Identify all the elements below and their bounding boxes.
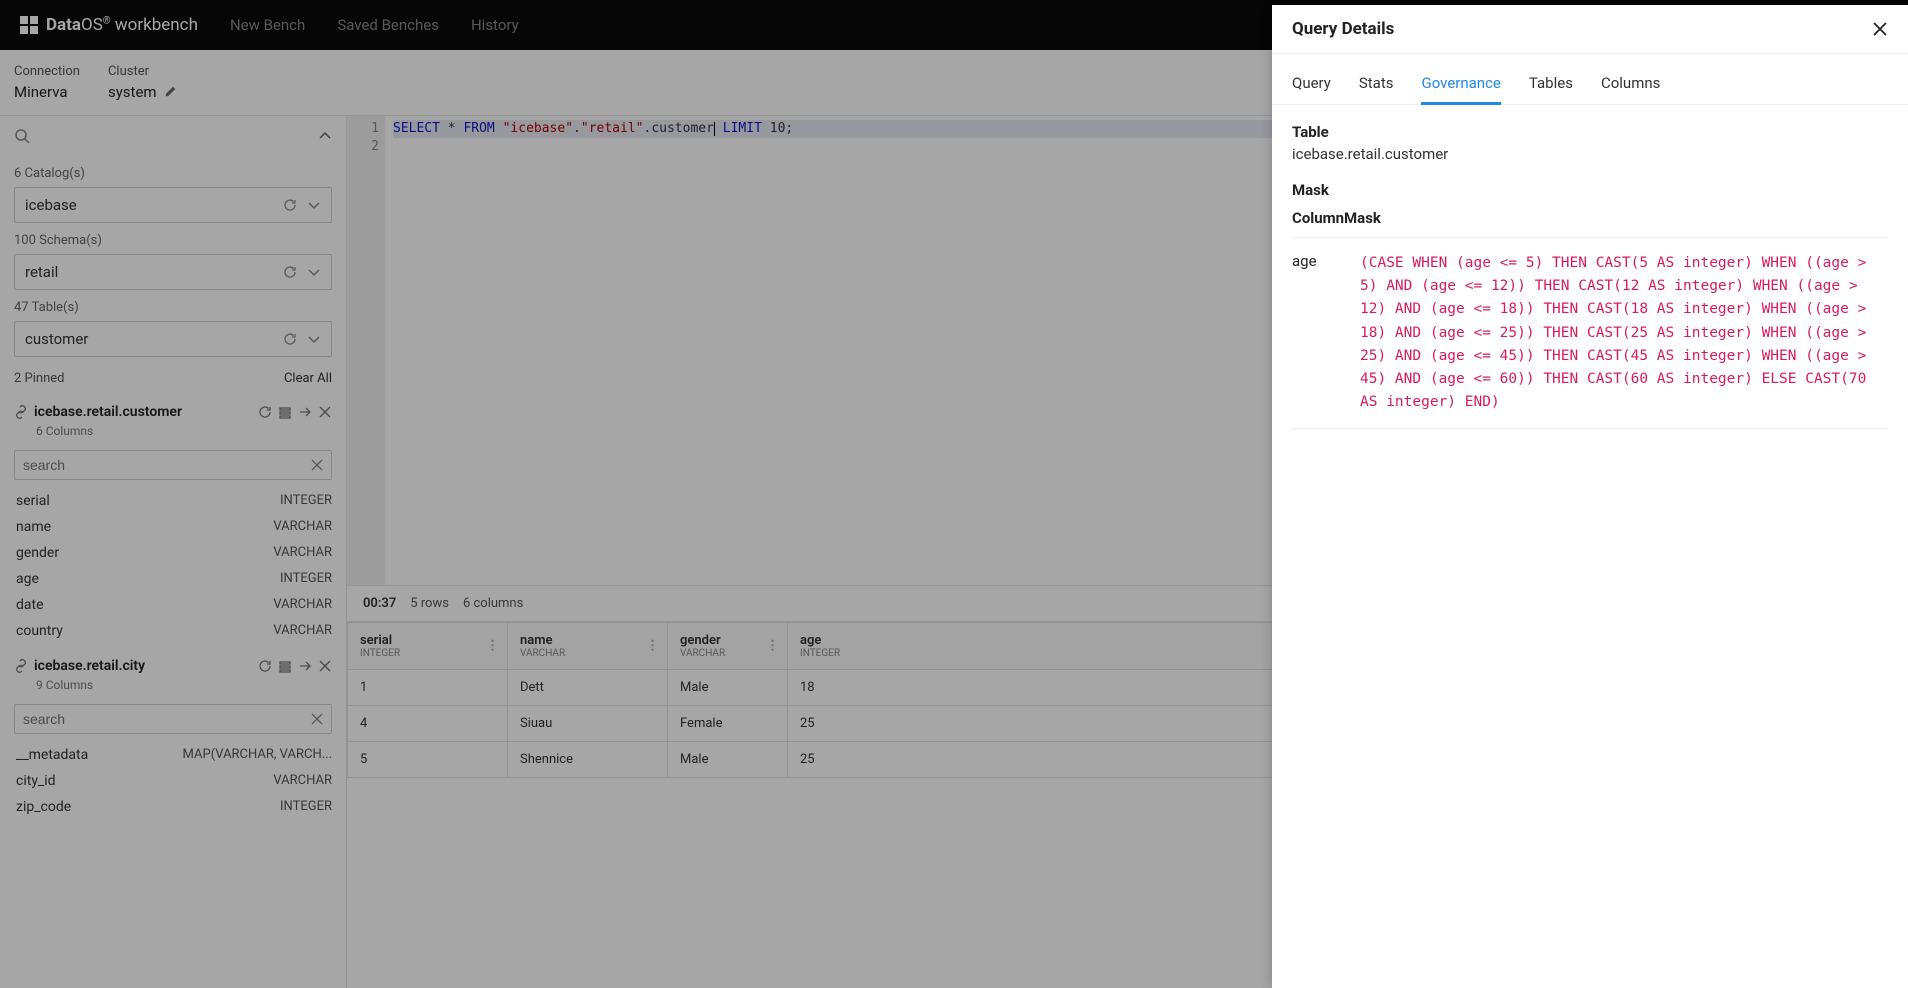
chevron-down-icon[interactable] — [307, 265, 321, 279]
tab-stats[interactable]: Stats — [1359, 74, 1394, 104]
mask-column-name: age — [1292, 252, 1340, 414]
close-icon[interactable] — [318, 659, 332, 673]
close-icon[interactable] — [318, 405, 332, 419]
table-field-label: Table — [1292, 123, 1888, 141]
search-input[interactable] — [23, 711, 311, 727]
refresh-icon[interactable] — [283, 198, 297, 212]
nav-new-bench[interactable]: New Bench — [230, 16, 305, 34]
refresh-icon[interactable] — [283, 265, 297, 279]
arrow-right-icon[interactable] — [298, 659, 312, 673]
panel-title: Query Details — [1292, 19, 1394, 39]
column-row[interactable]: dateVARCHAR — [14, 592, 332, 618]
refresh-icon[interactable] — [258, 659, 272, 673]
clear-icon[interactable] — [311, 459, 323, 471]
query-details-panel: Query Details Query Stats Governance Tab… — [1272, 5, 1908, 988]
schema-select[interactable]: retail — [14, 254, 332, 290]
tab-columns[interactable]: Columns — [1601, 74, 1660, 104]
clear-all-button[interactable]: Clear All — [284, 371, 332, 386]
connection-value[interactable]: Minerva — [14, 83, 80, 101]
connection-group: Connection Minerva — [14, 64, 80, 101]
refresh-icon[interactable] — [258, 405, 272, 419]
link-icon — [14, 405, 28, 419]
chevron-down-icon[interactable] — [307, 198, 321, 212]
gutter: 12 — [347, 116, 385, 585]
mask-table: age (CASE WHEN (age <= 5) THEN CAST(5 AS… — [1292, 237, 1888, 429]
mask-expression: (CASE WHEN (age <= 5) THEN CAST(5 AS int… — [1360, 252, 1888, 414]
nav-history[interactable]: History — [471, 16, 519, 34]
pinned-sub: 9 Columns — [36, 678, 332, 692]
columnmask-heading: ColumnMask — [1292, 209, 1888, 227]
cluster-label: Cluster — [108, 64, 177, 79]
column-row[interactable]: countryVARCHAR — [14, 618, 332, 644]
arrow-right-icon[interactable] — [298, 405, 312, 419]
panel-tabs: Query Stats Governance Tables Columns — [1272, 54, 1908, 105]
connection-label: Connection — [14, 64, 80, 79]
clear-icon[interactable] — [311, 713, 323, 725]
catalog-label: 6 Catalog(s) — [14, 166, 332, 181]
col-header[interactable]: nameVARCHAR⋮ — [508, 623, 668, 670]
column-row[interactable]: __metadataMAP(VARCHAR, VARCH... — [14, 742, 332, 768]
schema-label: 100 Schema(s) — [14, 233, 332, 248]
col-count: 6 columns — [463, 596, 523, 611]
column-search[interactable] — [14, 704, 332, 734]
refresh-icon[interactable] — [283, 332, 297, 346]
catalog-select[interactable]: icebase — [14, 187, 332, 223]
table-field-value: icebase.retail.customer — [1292, 145, 1888, 163]
insert-icon[interactable] — [278, 659, 292, 673]
column-row[interactable]: zip_codeINTEGER — [14, 794, 332, 820]
search-input[interactable] — [23, 457, 311, 473]
logo[interactable]: DataOS® workbench — [20, 15, 198, 35]
more-icon[interactable]: ⋮ — [646, 639, 659, 654]
nav-saved-benches[interactable]: Saved Benches — [337, 16, 439, 34]
col-header[interactable]: genderVARCHAR⋮ — [668, 623, 788, 670]
link-icon — [14, 659, 28, 673]
row-count: 5 rows — [410, 596, 449, 611]
mask-heading: Mask — [1292, 181, 1888, 199]
table-select[interactable]: customer — [14, 321, 332, 357]
column-row[interactable]: ageINTEGER — [14, 566, 332, 592]
col-header[interactable]: serialINTEGER⋮ — [348, 623, 508, 670]
logo-text: DataOS® workbench — [46, 15, 198, 35]
column-search[interactable] — [14, 450, 332, 480]
column-row[interactable]: city_idVARCHAR — [14, 768, 332, 794]
pinned-item[interactable]: icebase.retail.city — [14, 658, 332, 674]
query-time: 00:37 — [363, 596, 396, 611]
more-icon[interactable]: ⋮ — [486, 639, 499, 654]
column-row[interactable]: nameVARCHAR — [14, 514, 332, 540]
table-label: 47 Table(s) — [14, 300, 332, 315]
cluster-group: Cluster system — [108, 64, 177, 101]
more-icon[interactable]: ⋮ — [766, 639, 779, 654]
logo-icon — [20, 16, 38, 34]
pinned-sub: 6 Columns — [36, 424, 332, 438]
pencil-icon[interactable] — [163, 85, 177, 99]
close-icon[interactable] — [1872, 21, 1888, 37]
insert-icon[interactable] — [278, 405, 292, 419]
tab-query[interactable]: Query — [1292, 74, 1331, 104]
chevron-down-icon[interactable] — [307, 332, 321, 346]
sidebar: 6 Catalog(s) icebase 100 Schema(s) retai… — [0, 116, 347, 988]
tab-governance[interactable]: Governance — [1421, 74, 1500, 105]
mask-row: age (CASE WHEN (age <= 5) THEN CAST(5 AS… — [1292, 238, 1888, 428]
pinned-count: 2 Pinned — [14, 371, 64, 386]
column-row[interactable]: genderVARCHAR — [14, 540, 332, 566]
cluster-value[interactable]: system — [108, 83, 177, 101]
chevron-up-icon[interactable] — [318, 129, 332, 143]
search-icon[interactable] — [14, 128, 30, 144]
tab-tables[interactable]: Tables — [1529, 74, 1573, 104]
pinned-item[interactable]: icebase.retail.customer — [14, 404, 332, 420]
column-row[interactable]: serialINTEGER — [14, 488, 332, 514]
